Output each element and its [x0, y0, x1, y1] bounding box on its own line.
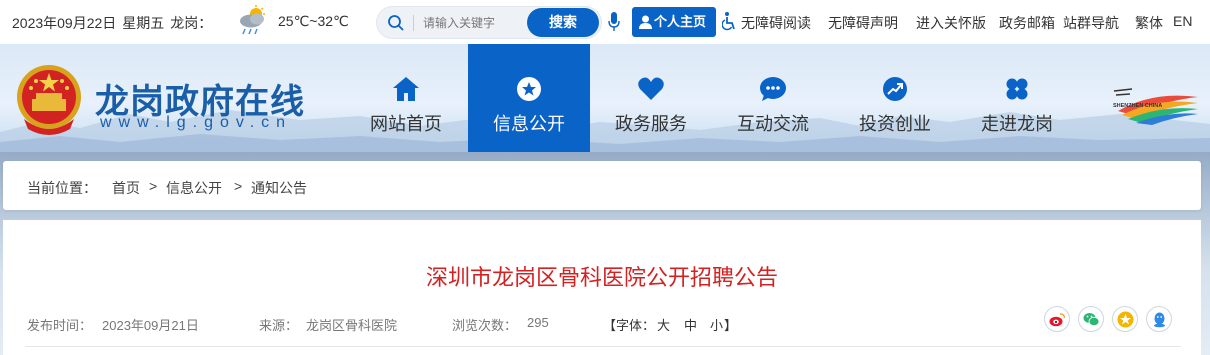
nav-item-interaction[interactable]: 互动交流: [712, 44, 834, 152]
nav-item-info-disclosure[interactable]: 信息公开: [468, 44, 590, 152]
personal-homepage-button[interactable]: 个人主页: [632, 7, 716, 37]
search-input[interactable]: [423, 13, 523, 33]
share-wechat-button[interactable]: [1078, 306, 1104, 332]
publish-time-label: 发布时间：: [27, 318, 93, 333]
breadcrumb-prefix: 当前位置：: [27, 180, 97, 196]
care-mode-link[interactable]: 进入关怀版: [916, 13, 986, 33]
font-size-large[interactable]: 大: [657, 315, 670, 334]
temperature-range: 25℃~32℃: [278, 13, 349, 29]
publish-date: 2023年09月21日: [102, 318, 199, 333]
home-icon: [393, 77, 419, 101]
personal-homepage-label: 个人主页: [654, 14, 707, 29]
gov-mail-link[interactable]: 政务邮箱: [999, 13, 1055, 33]
nav-item-investment[interactable]: 投资创业: [834, 44, 956, 152]
date-weather-text: 2023年09月22日 星期五 龙岗：: [12, 13, 218, 33]
nav-item-label: 网站首页: [370, 114, 442, 134]
site-url: www.lg.gov.cn: [100, 114, 293, 131]
traditional-chinese-link[interactable]: 繁体: [1135, 13, 1163, 33]
share-weibo-button[interactable]: [1044, 306, 1070, 332]
site-header: 龙岗政府在线 www.lg.gov.cn 网站首页 信息公开 政务服务 互动交流…: [0, 44, 1210, 152]
nav-item-label: 走进龙岗: [981, 114, 1053, 134]
top-bar: 2023年09月22日星期五龙岗： 25℃~32℃ 搜索 个人主页: [0, 0, 1210, 44]
share-favorite-button[interactable]: [1112, 306, 1138, 332]
meta-divider: [25, 346, 1181, 347]
views-label: 浏览次数：: [452, 318, 518, 333]
nav-item-home[interactable]: 网站首页: [345, 44, 467, 152]
breadcrumb-info-disclosure[interactable]: 信息公开: [166, 178, 222, 198]
wechat-icon: [1083, 313, 1100, 327]
star-icon: [517, 77, 541, 101]
search-divider: [413, 15, 414, 31]
source-label: 来源：: [259, 318, 299, 333]
current-weekday: 星期五: [122, 15, 165, 31]
nav-item-label: 互动交流: [737, 114, 809, 134]
wheelchair-icon: [722, 12, 735, 31]
heart-icon: [638, 77, 664, 100]
search-box: 搜索: [376, 6, 602, 39]
share-qq-button[interactable]: [1146, 306, 1172, 332]
font-size-label: 【字体：: [603, 318, 656, 333]
breadcrumb-notices[interactable]: 通知公告: [251, 178, 307, 198]
breadcrumb-separator: >: [234, 178, 243, 194]
partner-logo-text: SHENZHEN CHINA: [1113, 103, 1162, 109]
nav-item-label: 投资创业: [859, 114, 931, 134]
search-icon[interactable]: [387, 14, 405, 32]
favorite-icon: [1117, 311, 1134, 328]
weibo-icon: [1049, 313, 1066, 327]
search-button[interactable]: 搜索: [527, 8, 599, 37]
qq-icon: [1154, 312, 1165, 328]
nav-item-label: 信息公开: [493, 114, 565, 134]
accessibility-statement-link[interactable]: 无障碍声明: [828, 13, 898, 33]
microphone-icon[interactable]: [608, 12, 620, 32]
nav-item-label: 政务服务: [615, 114, 687, 134]
font-size-medium[interactable]: 中: [684, 315, 697, 334]
breadcrumb-home[interactable]: 首页: [112, 178, 140, 198]
site-group-nav-link[interactable]: 站群导航: [1063, 13, 1119, 33]
article-title: 深圳市龙岗区骨科医院公开招聘公告: [425, 265, 778, 290]
english-link[interactable]: EN: [1173, 13, 1192, 29]
breadcrumb-separator: >: [149, 178, 158, 194]
trend-icon: [883, 77, 907, 101]
city-label: 龙岗：: [170, 15, 213, 31]
font-size-small[interactable]: 小: [710, 315, 723, 334]
cloud-rain-icon: [240, 5, 265, 35]
national-emblem-logo: [17, 65, 81, 135]
accessible-reading-link[interactable]: 无障碍阅读: [741, 13, 811, 33]
source-value: 龙岗区骨科医院: [306, 318, 398, 333]
article-panel: 深圳市龙岗区骨科医院公开招聘公告 发布时间： 2023年09月21日 来源： 龙…: [3, 220, 1201, 355]
current-date: 2023年09月22日: [12, 15, 117, 31]
nav-item-gov-service[interactable]: 政务服务: [590, 44, 712, 152]
nav-item-about-longgang[interactable]: 走进龙岗: [956, 44, 1078, 152]
views-count: 295: [527, 315, 549, 330]
user-icon: [639, 15, 652, 29]
breadcrumb: 当前位置： 首页 > 信息公开 > 通知公告: [3, 161, 1201, 210]
font-size-close: 】: [724, 318, 738, 333]
grid-icon: [1006, 78, 1028, 100]
chat-icon: [760, 77, 786, 101]
shenzhen-china-logo: SHENZHEN CHINA: [1113, 88, 1198, 125]
